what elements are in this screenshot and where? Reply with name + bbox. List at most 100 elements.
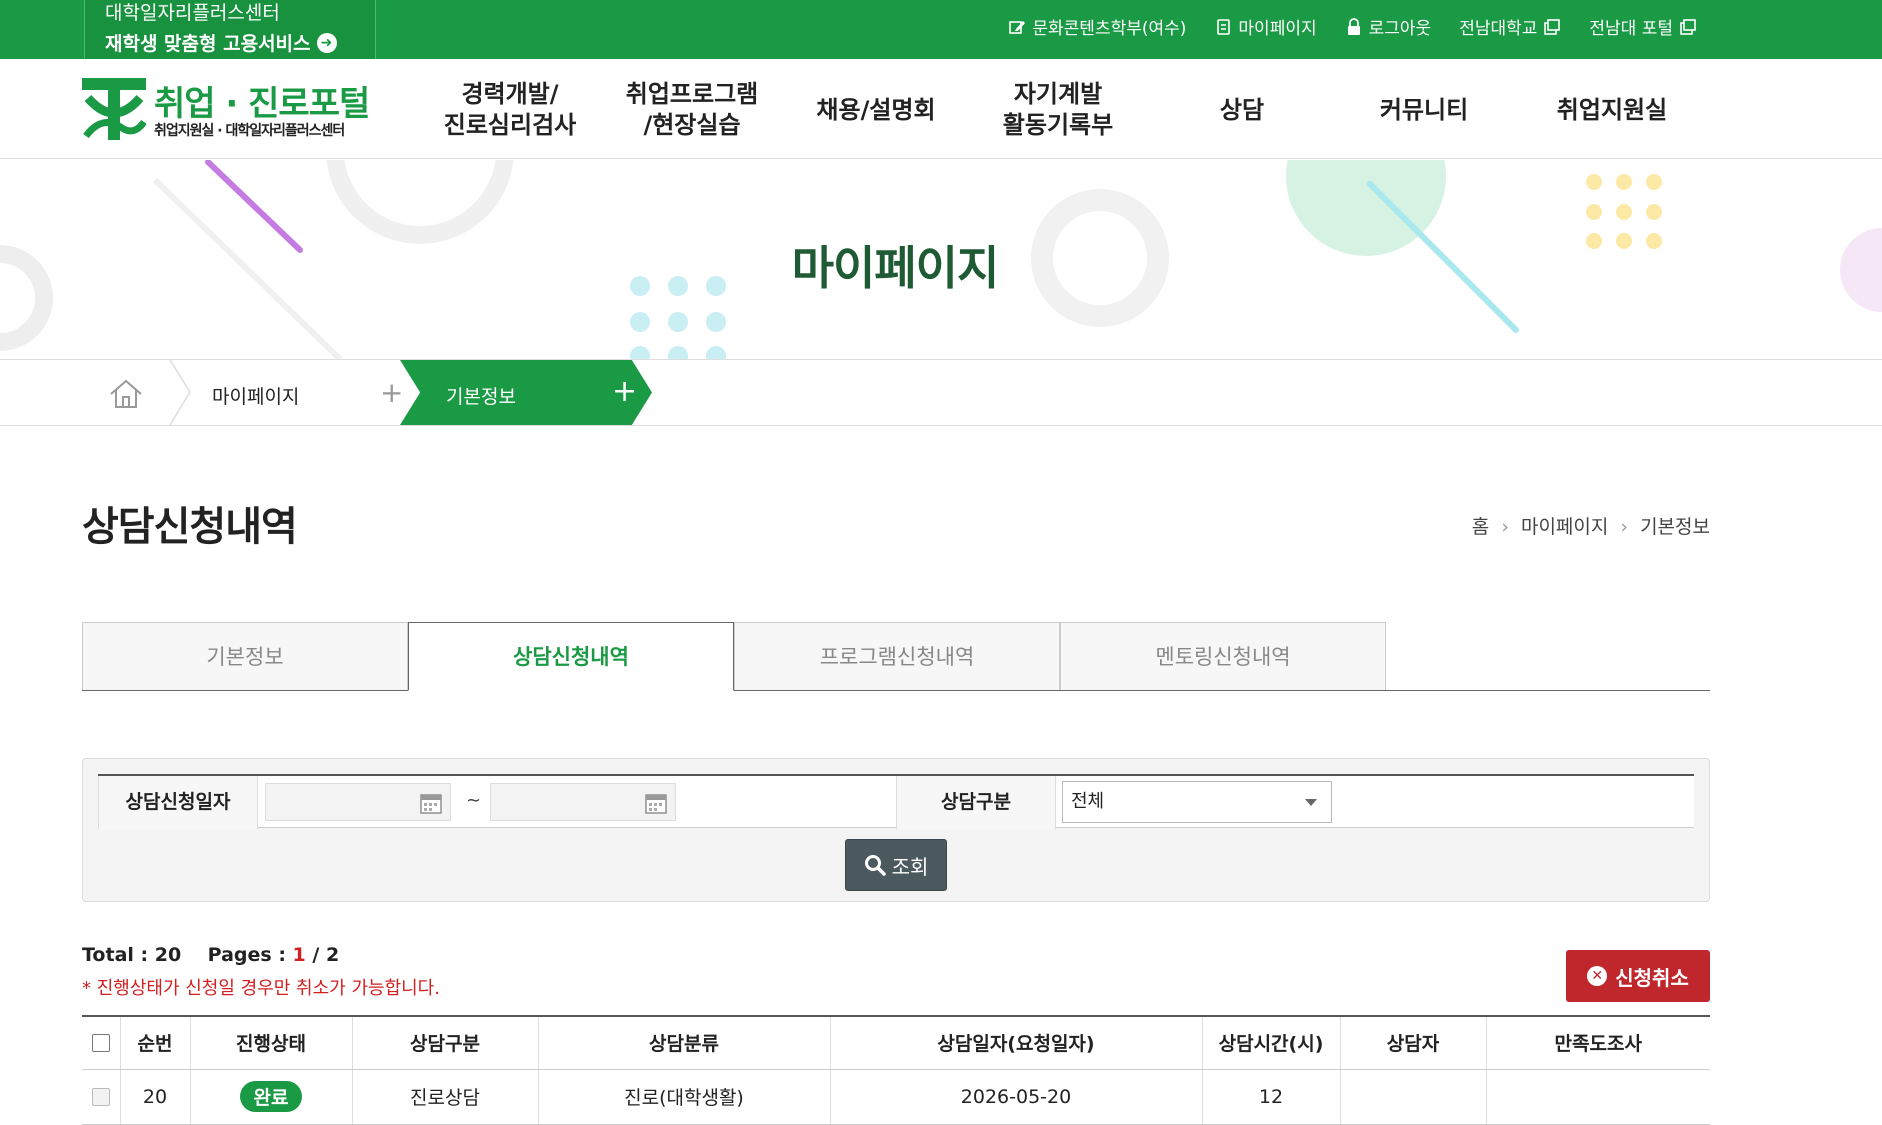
search-icon <box>864 855 886 876</box>
search-button-label: 조회 <box>891 854 929 879</box>
col-header: 상담시간(시) <box>1201 1016 1340 1070</box>
mypage-tabs: 기본정보 상담신청내역 프로그램신청내역 멘토링신청내역 <box>82 622 1710 691</box>
select-all-checkbox[interactable] <box>91 1034 110 1053</box>
menu-line: 경력개발/ <box>461 80 559 108</box>
start-date-input[interactable] <box>265 783 451 821</box>
row-hour: 12 <box>1201 1069 1340 1125</box>
top-link-portal[interactable]: 전남대 포털 <box>1589 14 1697 39</box>
col-header: 상담자 <box>1339 1016 1486 1070</box>
calendar-icon[interactable] <box>420 792 442 814</box>
breadcrumb-current: 기본정보 <box>1640 516 1710 538</box>
top-link-label: 마이페이지 <box>1238 19 1317 39</box>
menu-line: 진로심리검사 <box>443 111 577 139</box>
employment-center-box[interactable]: 대학일자리플러스센터 재학생 맞춤형 고용서비스 ➜ <box>84 0 376 59</box>
breadcrumb-home[interactable]: 홈 <box>1472 516 1489 538</box>
total-label: Total <box>82 944 134 966</box>
cancel-application-button[interactable]: ✕ 신청취소 <box>1566 950 1710 1002</box>
home-icon[interactable] <box>108 378 144 410</box>
caret-down-icon <box>1305 799 1317 806</box>
menu-line: /현장실습 <box>643 111 741 139</box>
menu-line: 활동기록부 <box>1002 111 1114 139</box>
row-survey <box>1485 1069 1710 1125</box>
new-window-icon <box>1544 18 1561 35</box>
top-link-mypage[interactable]: 마이페이지 <box>1214 14 1317 39</box>
tab-mentoring-history[interactable]: 멘토링신청내역 <box>1060 622 1386 690</box>
counseling-type-select[interactable]: 전체 <box>1062 781 1332 823</box>
arrow-right-icon: ➜ <box>316 32 337 53</box>
date-label: 상담신청일자 <box>98 776 258 829</box>
chevron-right-icon: › <box>1501 516 1509 538</box>
row-select-cell <box>82 1069 120 1125</box>
portal-logo[interactable]: 취업 · 진로포털 취업지원실 · 대학일자리플러스센터 <box>82 78 402 142</box>
menu-line: 취업지원실 <box>1556 95 1668 124</box>
row-checkbox[interactable] <box>91 1088 110 1106</box>
menu-employment-program[interactable]: 취업프로그램/현장실습 <box>612 78 772 142</box>
page-current: 1 <box>292 944 306 966</box>
calendar-icon[interactable] <box>645 792 667 814</box>
status-badge: 완료 <box>239 1081 303 1112</box>
top-link-department[interactable]: 문화콘텐츠학부(여수) <box>1008 14 1186 39</box>
select-all-cell <box>82 1016 120 1070</box>
cancel-button-label: 신청취소 <box>1615 965 1689 990</box>
menu-support-office[interactable]: 취업지원실 <box>1532 78 1692 142</box>
table-row[interactable]: 20 완료 진로상담 진로(대학생활) 2026-05-20 12 <box>82 1069 1710 1125</box>
location-bar: 마이페이지 + 기본정보 + <box>0 359 1882 426</box>
breadcrumb: 홈 › 마이페이지 › 기본정보 <box>1472 512 1710 539</box>
location-divider <box>169 360 191 425</box>
search-panel: 상담신청일자 ~ 상담구분 전체 조회 <box>82 758 1710 902</box>
top-link-logout[interactable]: 로그아웃 <box>1345 14 1431 39</box>
close-circle-icon: ✕ <box>1587 966 1608 986</box>
counseling-history-table: 순번 진행상태 상담구분 상담분류 상담일자(요청일자) 상담시간(시) 상담자… <box>82 1015 1710 1125</box>
pages-label: Pages <box>207 944 272 966</box>
total-summary: Total : 20 Pages : 1 / 2 <box>82 944 340 966</box>
total-value: 20 <box>154 944 182 966</box>
top-link-university[interactable]: 전남대학교 <box>1459 14 1561 39</box>
row-date: 2026-05-20 <box>829 1069 1202 1125</box>
cancel-notice: * 진행상태가 신청일 경우만 취소가 가능합니다. <box>82 978 440 999</box>
tab-basic-info[interactable]: 기본정보 <box>82 622 408 690</box>
logo-subtitle: 취업지원실 · 대학일자리플러스센터 <box>154 123 345 139</box>
menu-community[interactable]: 커뮤니티 <box>1344 78 1504 142</box>
table-header-row: 순번 진행상태 상담구분 상담분류 상담일자(요청일자) 상담시간(시) 상담자… <box>82 1016 1710 1070</box>
center-service-link[interactable]: 재학생 맞춤형 고용서비스 ➜ <box>105 29 337 56</box>
search-button[interactable]: 조회 <box>845 839 947 891</box>
menu-recruitment[interactable]: 채용/설명회 <box>796 78 956 142</box>
breadcrumb-mypage[interactable]: 마이페이지 <box>1521 516 1608 538</box>
top-link-label: 전남대학교 <box>1459 19 1538 39</box>
row-counselor <box>1339 1069 1486 1125</box>
col-header: 상담일자(요청일자) <box>829 1016 1202 1070</box>
col-header: 진행상태 <box>189 1016 352 1070</box>
menu-self-development[interactable]: 자기계발 활동기록부 <box>978 78 1138 142</box>
plus-icon[interactable]: + <box>380 376 403 409</box>
date-separator: ~ <box>466 790 482 811</box>
center-name: 대학일자리플러스센터 <box>105 2 280 24</box>
location-level2[interactable]: 기본정보 <box>446 382 516 409</box>
row-number: 20 <box>119 1069 190 1125</box>
page-title: 상담신청내역 <box>82 504 298 550</box>
plus-icon[interactable]: + <box>612 374 637 409</box>
tab-program-history[interactable]: 프로그램신청내역 <box>734 622 1060 690</box>
col-header: 상담구분 <box>351 1016 538 1070</box>
type-label: 상담구분 <box>896 776 1056 829</box>
col-header: 만족도조사 <box>1485 1016 1710 1070</box>
lock-icon <box>1347 17 1360 35</box>
document-icon <box>1217 18 1231 35</box>
page-banner: 마이페이지 <box>0 160 1882 359</box>
location-level1[interactable]: 마이페이지 <box>212 382 299 409</box>
col-header: 순번 <box>119 1016 190 1070</box>
top-link-label: 전남대 포털 <box>1589 19 1673 39</box>
menu-counseling[interactable]: 상담 <box>1162 78 1322 142</box>
row-type: 진로상담 <box>351 1069 538 1125</box>
menu-line: 커뮤니티 <box>1379 95 1469 124</box>
new-window-icon <box>1680 18 1696 35</box>
col-header: 상담분류 <box>537 1016 830 1070</box>
end-date-input[interactable] <box>490 783 676 821</box>
menu-line: 취업프로그램 <box>625 80 759 108</box>
tab-counseling-history[interactable]: 상담신청내역 <box>408 622 734 691</box>
banner-title: 마이페이지 <box>791 241 1000 295</box>
menu-line: 상담 <box>1219 95 1265 124</box>
menu-career-development[interactable]: 경력개발/진로심리검사 <box>430 78 590 142</box>
center-service-label: 재학생 맞춤형 고용서비스 <box>105 33 311 55</box>
top-link-label: 문화콘텐츠학부(여수) <box>1032 19 1187 39</box>
menu-line: 채용/설명회 <box>816 95 936 124</box>
